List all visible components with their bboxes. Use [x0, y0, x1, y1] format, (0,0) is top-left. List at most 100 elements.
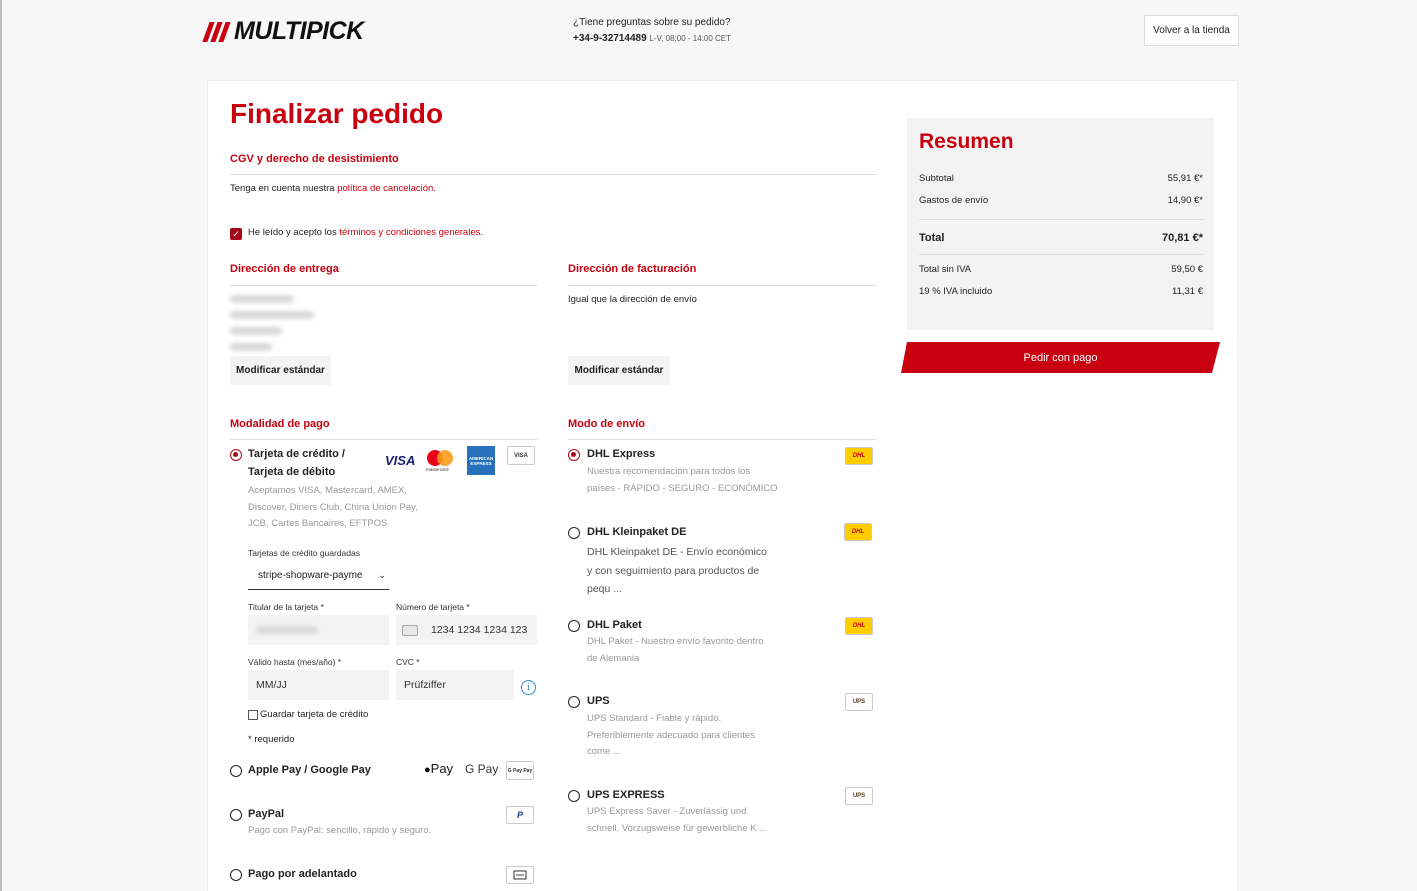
mastercard-logo: mastercard: [424, 448, 456, 474]
dhl-logo-icon: DHL: [845, 617, 873, 635]
divider: [230, 174, 876, 175]
cvc-label: CVC *: [396, 657, 420, 667]
divider: [568, 439, 876, 440]
google-pay-logo: G Pay: [465, 762, 499, 776]
cvc-input[interactable]: Prüfziffer: [396, 670, 514, 700]
vat-value: 11,31 €: [1172, 286, 1203, 297]
payment-prepay-radio[interactable]: [230, 869, 242, 881]
shipping-value: 14,90 €*: [1167, 195, 1203, 206]
logo-stripes-icon: [202, 21, 231, 42]
payment-applepay-radio[interactable]: [230, 765, 242, 777]
save-card-checkbox[interactable]: [248, 709, 258, 720]
payment-paypal-radio[interactable]: [230, 809, 242, 821]
card-holder-input[interactable]: [248, 615, 389, 645]
visa-logo: VISA: [385, 453, 416, 468]
shipping-option-desc: UPS Express Saver - Zuverlässig und schne…: [587, 806, 768, 834]
divider: [568, 285, 876, 286]
terms-heading: CGV y derecho de desistimiento: [230, 153, 399, 165]
shipping-option-title: UPS: [587, 695, 610, 707]
logo-text: MULTIPICK: [234, 17, 364, 45]
dhl-logo-icon: DHL: [845, 447, 873, 465]
summary-vat-row: 19 % IVA incluido 11,31 €: [919, 286, 1203, 297]
billing-address-heading: Dirección de facturación: [568, 263, 697, 275]
payment-paypal-title: PayPal: [248, 808, 285, 820]
shipping-option-title: DHL Paket: [587, 619, 642, 631]
payment-applepay-title: Apple Pay / Google Pay: [248, 764, 371, 776]
shipping-option-desc: DHL Paket - Nuestro envío favorito dentr…: [587, 636, 764, 664]
blurred-address-line: [230, 327, 282, 335]
ups-logo-icon: UPS: [845, 693, 873, 711]
help-question: ¿Tiene preguntas sobre su pedido?: [573, 17, 731, 28]
edit-billing-address-button[interactable]: Modificar estándar: [568, 356, 670, 385]
shipping-option-desc: DHL Kleinpaket DE - Envío económico y con…: [587, 546, 767, 595]
shipping-option-desc: UPS Standard - Fiable y rápido. Preferibl…: [587, 713, 755, 757]
multipick-logo[interactable]: MULTIPICK: [202, 17, 364, 46]
help-phone[interactable]: +34-9-32714489: [573, 33, 647, 44]
summary-shipping-row: Gastos de envío 14,90 €*: [919, 195, 1203, 206]
blurred-address-line: [230, 295, 294, 303]
place-order-button[interactable]: Pedir con pago: [901, 342, 1220, 373]
shipping-dhl-express-radio[interactable]: [568, 449, 580, 461]
cancellation-note: Tenga en cuenta nuestra política de canc…: [230, 183, 436, 194]
page-title: Finalizar pedido: [230, 98, 444, 129]
back-to-shop-button[interactable]: Volver a la tienda: [1144, 15, 1239, 46]
blurred-address-line: [230, 311, 314, 319]
help-contact: ¿Tiene preguntas sobre su pedido? +34-9-…: [573, 15, 731, 47]
shipping-dhl-paket-radio[interactable]: [568, 620, 580, 632]
divider: [230, 285, 537, 286]
card-number-input[interactable]: 1234 1234 1234 123: [396, 615, 537, 645]
billing-address-text: Igual que la dirección de envío: [568, 294, 697, 305]
divider: [919, 219, 1203, 220]
shipping-option-title: UPS EXPRESS: [587, 789, 665, 801]
divider: [230, 439, 537, 440]
shipping-heading: Modo de envío: [568, 418, 645, 430]
info-icon[interactable]: i: [521, 680, 536, 695]
card-holder-label: Titular de la tarjeta *: [248, 602, 324, 612]
card-icon: [402, 624, 418, 636]
subtotal-value: 55,91 €*: [1167, 173, 1203, 184]
bank-transfer-icon: [506, 866, 534, 884]
summary-subtotal-row: Subtotal 55,91 €*: [919, 173, 1203, 184]
accept-terms-label: He leído y acepto los términos y condici…: [248, 227, 483, 238]
payment-prepay-title: Pago por adelantado: [248, 868, 357, 880]
terms-link[interactable]: términos y condiciones generales: [339, 227, 480, 238]
payment-card-radio[interactable]: [230, 449, 242, 461]
cancellation-policy-link[interactable]: política de cancelación: [337, 183, 433, 194]
card-brand-icon: VISA: [507, 446, 535, 465]
amex-logo: AMERICAN EXPRESS: [467, 446, 495, 475]
card-number-label: Número de tarjeta *: [396, 602, 470, 612]
payment-paypal-desc: Pago con PayPal: sencillo, rápido y segu…: [248, 825, 432, 836]
saved-cards-select[interactable]: stripe-shopware-payme ⌄: [248, 562, 389, 590]
saved-cards-label: Tarjetas de crédito guardadas: [248, 548, 360, 558]
summary-net-row: Total sin IVA 59,50 €: [919, 264, 1203, 275]
chevron-down-icon: ⌄: [378, 570, 386, 580]
ups-logo-icon: UPS: [845, 787, 873, 805]
delivery-address-heading: Dirección de entrega: [230, 263, 339, 275]
net-value: 59,50 €: [1171, 264, 1203, 275]
payment-heading: Modalidad de pago: [230, 418, 330, 430]
total-value: 70,81 €*: [1162, 232, 1203, 244]
help-hours: L-V, 08:00 - 14:00 CET: [649, 34, 731, 43]
save-card-option: Guardar tarjeta de crédito: [248, 709, 368, 720]
dhl-logo-icon: DHL: [844, 523, 872, 541]
shipping-option-desc: Nuestra recomendación para todos los país…: [587, 466, 778, 494]
blurred-address-line: [230, 343, 272, 351]
accept-terms-checkbox[interactable]: ✓: [230, 228, 242, 240]
edit-delivery-address-button[interactable]: Modificar estándar: [230, 356, 331, 385]
summary-total-row: Total 70,81 €*: [919, 232, 1203, 244]
shipping-ups-express-radio[interactable]: [568, 790, 580, 802]
payment-card-title-1: Tarjeta de crédito /: [248, 448, 345, 460]
wallet-pay-icon: G Pay Pay: [506, 761, 534, 780]
shipping-option-title: DHL Express: [587, 448, 656, 460]
expiry-label: Válido hasta (mes/año) *: [248, 657, 342, 667]
shipping-dhl-kleinpaket-radio[interactable]: [568, 527, 580, 539]
expiry-input[interactable]: MM/JJ: [248, 670, 389, 700]
required-note: * requerido: [248, 734, 295, 745]
payment-card-desc: Aceptamos VISA, Mastercard, AMEX, Discov…: [248, 485, 418, 529]
shipping-ups-radio[interactable]: [568, 696, 580, 708]
apple-pay-logo: ●Pay: [424, 761, 454, 776]
page-header: MULTIPICK ¿Tiene preguntas sobre su pedi…: [0, 0, 1417, 70]
window-edge: [0, 0, 2, 891]
paypal-icon: P: [506, 806, 534, 824]
shipping-option-title: DHL Kleinpaket DE: [587, 526, 687, 538]
